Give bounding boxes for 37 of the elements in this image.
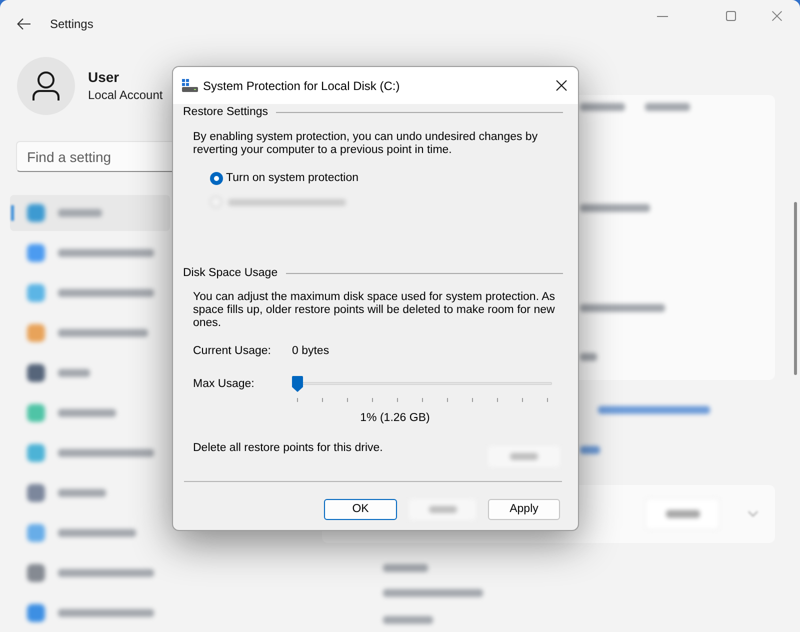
chevron-down-icon[interactable] — [748, 511, 758, 517]
window-title: Settings — [50, 16, 94, 33]
blurred-text — [383, 564, 428, 572]
close-icon[interactable] — [556, 80, 567, 91]
current-usage-value: 0 bytes — [292, 344, 330, 358]
blurred-link-text[interactable] — [580, 446, 600, 454]
maximize-icon[interactable] — [726, 11, 736, 21]
field-label: Current Usage: — [193, 344, 272, 358]
back-arrow-icon[interactable] — [17, 18, 31, 30]
drive-icon — [182, 79, 198, 92]
scrollbar-thumb[interactable] — [794, 202, 797, 375]
blurred-text — [58, 209, 102, 217]
description-text: You can adjust the maximum disk space used for system protection. As space fills up, older restore points will be deleted to make room for new ones. — [193, 291, 556, 330]
group-heading: Disk Space Usage — [183, 266, 279, 281]
blurred-link-text[interactable] — [598, 406, 710, 414]
blurred-text — [383, 616, 433, 624]
blurred-text — [58, 369, 90, 377]
blurred-text — [580, 103, 625, 111]
blurred-text — [58, 489, 106, 497]
user-name: User — [88, 68, 120, 86]
max-usage-reading: 1% (1.26 GB) — [360, 411, 430, 425]
blurred-text — [58, 409, 116, 417]
field-label: Max Usage: — [193, 377, 256, 391]
blurred-text — [580, 353, 597, 361]
radio-button[interactable] — [210, 172, 223, 184]
ok-button[interactable]: OK — [324, 499, 397, 520]
delete-description: Delete all restore points for this drive. — [193, 441, 383, 456]
dialog-title: System Protection for Local Disk (C:) — [203, 78, 400, 94]
slider-track[interactable] — [292, 376, 553, 392]
apply-button[interactable]: Apply — [488, 499, 560, 520]
blurred-text — [645, 103, 690, 111]
group-heading: Restore Settings — [183, 105, 270, 120]
nav-item[interactable] — [10, 195, 170, 231]
account-type: Local Account — [88, 87, 163, 104]
blurred-text — [580, 204, 650, 212]
radio-label[interactable]: Turn on system protection — [226, 170, 359, 186]
slider-thumb[interactable] — [292, 376, 303, 392]
